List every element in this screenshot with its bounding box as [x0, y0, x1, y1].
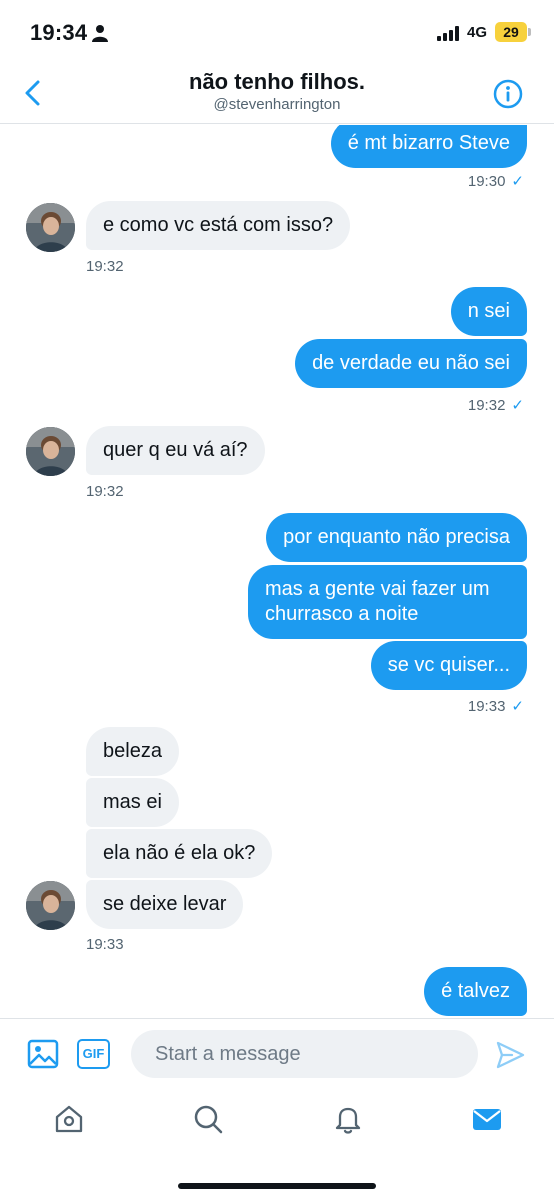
message-timestamp: 19:33	[86, 936, 124, 953]
outgoing-message[interactable]: mas a gente vai fazer um churrasco a noi…	[248, 565, 527, 639]
conversation-handle: @stevenharrington	[213, 96, 341, 113]
outgoing-message[interactable]: n sei	[450, 287, 527, 336]
message-input[interactable]	[131, 1030, 478, 1078]
outgoing-message[interactable]: é talvez	[424, 967, 527, 1016]
outgoing-message[interactable]: é mt bizarro Steve	[330, 125, 527, 168]
avatar[interactable]	[26, 203, 75, 252]
sent-check-icon: ✓	[511, 698, 524, 715]
home-icon[interactable]	[53, 1103, 85, 1135]
avatar[interactable]	[26, 881, 75, 930]
incoming-message[interactable]: quer q eu vá aí?	[86, 426, 265, 475]
person-icon	[92, 25, 108, 42]
avatar[interactable]	[26, 427, 75, 476]
incoming-message[interactable]: se deixe levar	[86, 880, 244, 929]
outgoing-message[interactable]: se vc quiser...	[370, 641, 527, 690]
messages-icon[interactable]	[471, 1103, 503, 1135]
message-list: é mt bizarro Steve 19:30 ✓ e como vc está…	[0, 125, 554, 1018]
info-icon[interactable]	[493, 79, 523, 109]
outgoing-message[interactable]: de verdade eu não sei	[295, 339, 527, 388]
send-icon[interactable]	[494, 1039, 526, 1071]
incoming-message[interactable]: beleza	[86, 727, 179, 776]
back-arrow-icon[interactable]	[18, 78, 48, 108]
sent-check-icon: ✓	[511, 173, 524, 190]
battery-icon: 29	[495, 22, 531, 42]
message-timestamp: 19:30 ✓	[467, 173, 524, 190]
message-composer: GIF	[0, 1018, 554, 1088]
gif-button[interactable]: GIF	[77, 1039, 110, 1069]
message-timestamp: 19:32	[86, 483, 124, 500]
home-indicator	[178, 1183, 376, 1189]
avatar-image	[26, 427, 75, 476]
conversation-header: não tenho filhos. @stevenharrington	[0, 62, 554, 124]
search-icon[interactable]	[192, 1103, 224, 1135]
status-bar: 19:34 4G 29	[0, 0, 554, 62]
incoming-message[interactable]: mas ei	[86, 778, 179, 827]
message-timestamp: 19:32 ✓	[467, 397, 524, 414]
incoming-message[interactable]: ela não é ela ok?	[86, 829, 273, 878]
network-type: 4G	[467, 24, 488, 41]
outgoing-message[interactable]: por enquanto não precisa	[266, 513, 527, 562]
incoming-message[interactable]: e como vc está com isso?	[86, 201, 351, 250]
avatar-image	[26, 203, 75, 252]
notifications-icon[interactable]	[332, 1103, 364, 1135]
conversation-title-block[interactable]: não tenho filhos. @stevenharrington	[120, 68, 434, 114]
bottom-navigation	[0, 1088, 554, 1199]
image-icon[interactable]	[27, 1038, 59, 1070]
battery-level: 29	[495, 22, 527, 42]
conversation-title: não tenho filhos.	[189, 69, 365, 94]
avatar-image	[26, 881, 75, 930]
message-timestamp: 19:32	[86, 258, 124, 275]
signal-icon	[437, 26, 459, 41]
message-timestamp: 19:33 ✓	[467, 698, 524, 715]
status-time: 19:34	[30, 20, 88, 45]
sent-check-icon: ✓	[511, 397, 524, 414]
